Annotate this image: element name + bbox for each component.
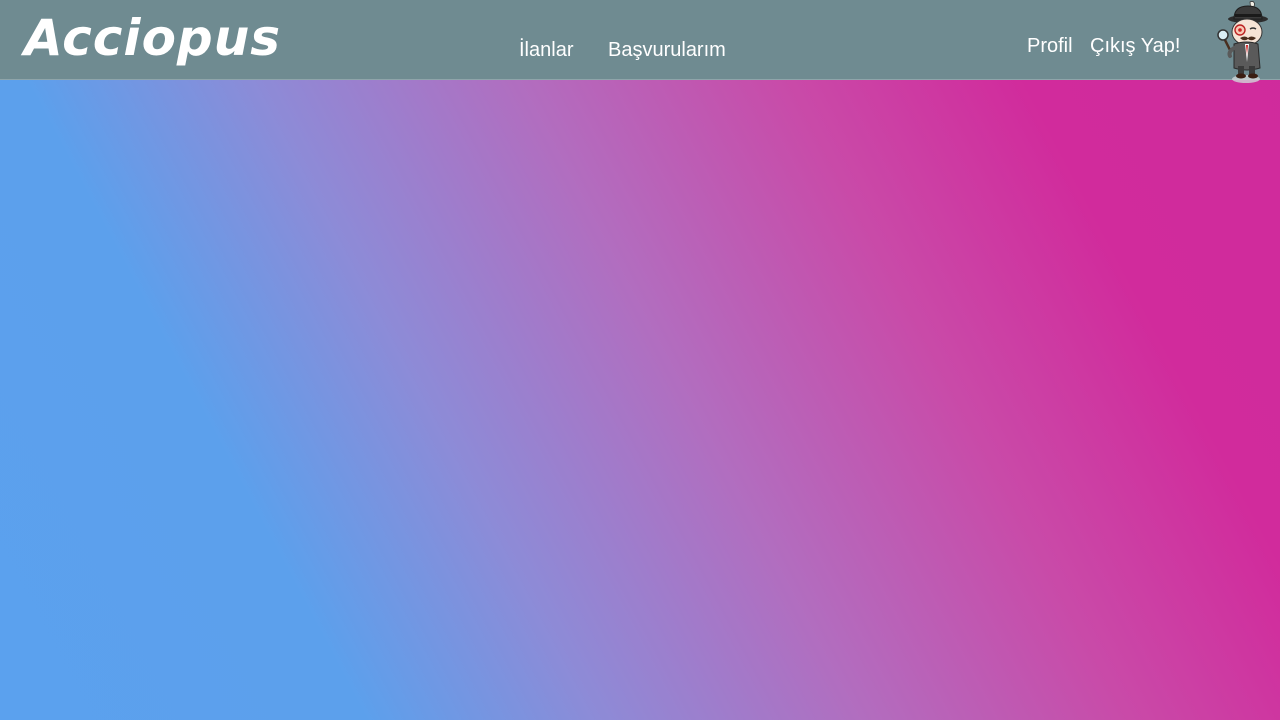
logout-link[interactable]: Çıkış Yap! — [1090, 34, 1180, 58]
nav-link-profile[interactable]: Profil — [1027, 34, 1073, 58]
nav-link-applications[interactable]: Başvurularım — [608, 38, 726, 62]
page-background — [0, 0, 1280, 720]
detective-octopus-mascot-icon[interactable] — [1214, 0, 1274, 84]
nav-link-listings[interactable]: İlanlar — [519, 38, 573, 62]
brand-logo[interactable]: Acciopus — [24, 6, 281, 70]
mascot-svg — [1217, 1, 1268, 83]
top-navbar: Acciopus İlanlar Başvurularım Profil Çık… — [0, 0, 1280, 83]
